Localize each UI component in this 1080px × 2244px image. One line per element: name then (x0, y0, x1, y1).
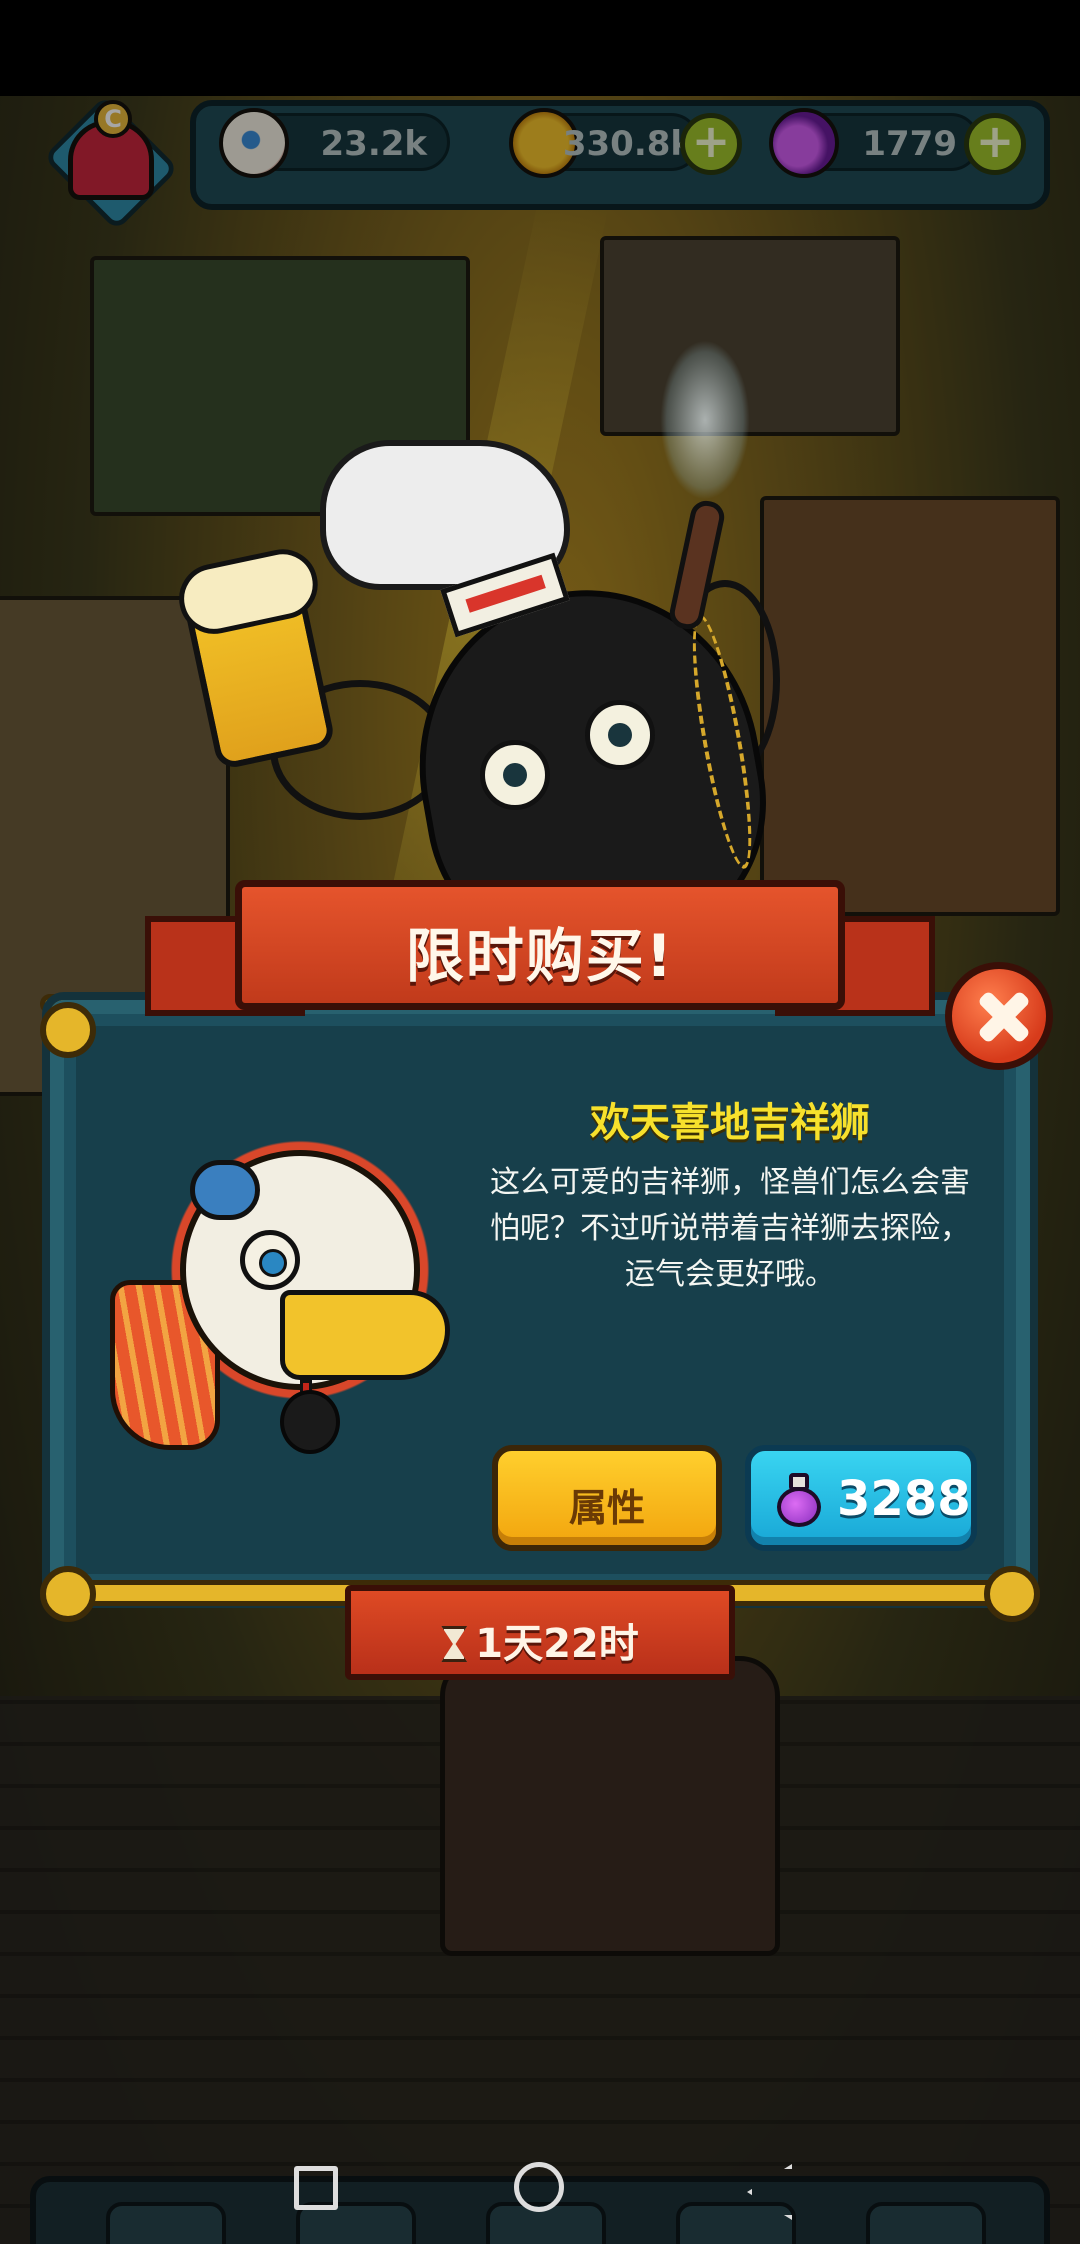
monster-eye-icon (585, 700, 655, 770)
lion-horn (190, 1160, 260, 1220)
item-description: 这么可爱的吉祥狮，怪兽们怎么会害 怕呢？不过听说带着吉祥狮去探险， 运气会更好哦… (490, 1160, 970, 1298)
attributes-button-label: 属性 (568, 1486, 645, 1530)
home-icon[interactable] (504, 2152, 574, 2222)
monster-eye-icon (480, 740, 550, 810)
lucky-lion-item-image (110, 1120, 470, 1480)
banner-ribbon: 限时购买! (235, 880, 845, 1010)
beer-mug-icon (172, 542, 337, 771)
item-description-line: 运气会更好哦。 (625, 1257, 835, 1292)
hourglass-icon (441, 1626, 468, 1662)
item-description-line: 这么可爱的吉祥狮，怪兽们怎么会害 (490, 1165, 970, 1200)
frame-corner-icon (40, 1566, 96, 1622)
lion-eye-icon (240, 1230, 300, 1290)
recent-apps-icon[interactable] (280, 2152, 350, 2222)
close-button[interactable] (945, 962, 1053, 1070)
lion-jaw (280, 1290, 450, 1380)
countdown: 1天22时 (351, 1611, 729, 1669)
frame-corner-icon (40, 1002, 96, 1058)
back-icon[interactable] (735, 2152, 805, 2222)
attributes-button[interactable]: 属性 (492, 1445, 722, 1551)
smoke-icon (660, 340, 750, 500)
buy-button[interactable]: 3288 (745, 1445, 977, 1551)
small-monster-icon (280, 1390, 340, 1454)
countdown-text: 1天22时 (475, 1621, 639, 1667)
title-banner: 限时购买! (145, 880, 935, 1030)
item-name: 欢天喜地吉祥狮 (590, 1100, 870, 1146)
potion-icon (775, 1473, 823, 1527)
dialog-title: 限时购买! (405, 922, 675, 990)
system-navigation-bar (0, 2130, 1080, 2244)
item-description-line: 怕呢？不过听说带着吉祥狮去探险， (490, 1211, 970, 1246)
chef-monster-illustration (172, 340, 800, 977)
frame-corner-icon (984, 1566, 1040, 1622)
status-bar (0, 0, 1080, 96)
price-label: 3288 (837, 1471, 971, 1527)
countdown-banner: 1天22时 (345, 1585, 735, 1680)
